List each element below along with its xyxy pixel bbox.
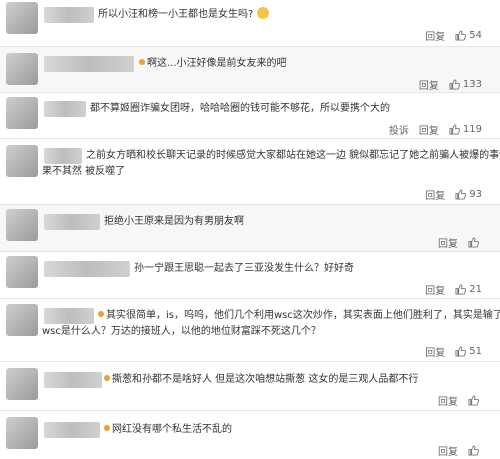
thumbs-up-icon (455, 346, 467, 357)
comment-actions: 回复 54 (425, 28, 482, 43)
like-button[interactable]: 51 (455, 346, 482, 357)
avatar[interactable] (6, 97, 38, 129)
avatar[interactable] (6, 145, 38, 177)
comment-actions: 投诉 回复 119 (389, 122, 482, 137)
avatar[interactable] (6, 304, 38, 336)
like-button[interactable]: 54 (455, 30, 482, 41)
avatar[interactable] (6, 2, 38, 34)
reply-button[interactable]: 回复 (425, 344, 445, 359)
comment-text-line: wsc是什么人？万达的接班人，以他的地位财富踩不死这几个？ (42, 326, 321, 337)
reply-button[interactable]: 回复 (438, 443, 458, 458)
comment-text: 所以小汪和榜一小王都也是女生吗? (98, 7, 269, 22)
like-count: 133 (462, 79, 482, 90)
like-button[interactable] (468, 237, 482, 248)
comment-item: 撕葱和孙都不是啥好人 但是这次咱想站撕葱 这女的是三观人品都不行 回复 (0, 362, 500, 410)
comment-text: 拒绝小王原来是因为有男朋友啊 (104, 216, 244, 227)
like-button[interactable] (468, 395, 482, 406)
comment-text: 网红没有哪个私生活不乱的 (104, 422, 232, 437)
like-button[interactable] (468, 445, 482, 456)
comment-item: 所以小汪和榜一小王都也是女生吗? 回复 54 (0, 0, 500, 46)
comment-text: 都不算姬圈诈骗女团呀，哈哈哈圈的钱可能不够花，所以要携个大的 (90, 103, 390, 114)
like-button[interactable]: 21 (455, 284, 482, 295)
comment-item: 之前女方晒和校长聊天记录的时候感觉大家都站在她这一边 貌似都忘记了她之前骗人被爆… (0, 139, 500, 204)
thumbs-up-icon (468, 445, 479, 456)
username[interactable] (44, 148, 82, 164)
username[interactable] (44, 56, 134, 72)
badge-icon (104, 425, 110, 431)
like-button[interactable]: 119 (449, 124, 482, 135)
comment-actions: 回复 (438, 393, 482, 408)
comment-actions: 回复 133 (419, 77, 482, 92)
like-count: 51 (469, 346, 482, 357)
comment-item: 拒绝小王原来是因为有男朋友啊 回复 (0, 205, 500, 251)
emoji-icon (256, 7, 269, 19)
reply-button[interactable]: 回复 (419, 77, 439, 92)
reply-button[interactable]: 回复 (419, 122, 439, 137)
reply-button[interactable]: 回复 (425, 282, 445, 297)
badge-icon (104, 375, 110, 381)
like-button[interactable]: 133 (449, 79, 482, 90)
username[interactable] (44, 422, 100, 438)
badge-icon (139, 59, 145, 65)
thumbs-up-icon (449, 79, 460, 90)
comment-actions: 回复 51 (425, 344, 482, 359)
comment-item: 其实很简单，is，呜呜，他们几个利用wsc这次炒作，其实表面上他们胜利了，其实是… (0, 299, 500, 361)
comment-text-line: 果不其然 被反噬了 (42, 166, 126, 177)
thumbs-up-icon (455, 284, 467, 295)
reply-button[interactable]: 回复 (438, 235, 458, 250)
username[interactable] (44, 372, 102, 388)
comment-item: 网红没有哪个私生活不乱的 回复 (0, 411, 500, 459)
comment-actions: 回复 (438, 235, 482, 250)
avatar[interactable] (6, 417, 38, 449)
comment-text: 撕葱和孙都不是啥好人 但是这次咱想站撕葱 这女的是三观人品都不行 (104, 372, 418, 387)
reply-button[interactable]: 回复 (425, 28, 445, 43)
avatar[interactable] (6, 256, 38, 288)
like-count: 119 (462, 124, 482, 135)
thumbs-up-icon (455, 189, 467, 200)
comment-actions: 回复 21 (425, 282, 482, 297)
comment-text-line: 之前女方晒和校长聊天记录的时候感觉大家都站在她这一边 貌似都忘记了她之前骗人被爆… (86, 150, 500, 161)
avatar[interactable] (6, 209, 38, 241)
comment-item: 啊这...小汪好像是前女友来的吧 回复 133 (0, 47, 500, 92)
thumbs-up-icon (468, 395, 479, 406)
username[interactable] (44, 261, 130, 277)
comment-text-line: 其实很简单，is，呜呜，他们几个利用wsc这次炒作，其实表面上他们胜利了，其实是… (98, 308, 500, 323)
reply-button[interactable]: 回复 (438, 393, 458, 408)
comment-text: 孙一宁跟王思聪一起去了三亚没发生什么？好好奇 (134, 263, 354, 274)
comment-actions: 回复 93 (425, 187, 482, 202)
thumbs-up-icon (468, 237, 479, 248)
comment-text: 啊这...小汪好像是前女友来的吧 (139, 56, 287, 71)
username[interactable] (44, 101, 86, 117)
comment-item: 孙一宁跟王思聪一起去了三亚没发生什么？好好奇 回复 21 (0, 252, 500, 298)
thumbs-up-icon (449, 124, 460, 135)
comment-actions: 回复 (438, 443, 482, 458)
badge-icon (98, 311, 104, 317)
reply-button[interactable]: 回复 (425, 187, 445, 202)
comment-item: 都不算姬圈诈骗女团呀，哈哈哈圈的钱可能不够花，所以要携个大的 投诉 回复 119 (0, 93, 500, 138)
like-count: 93 (469, 189, 482, 200)
avatar[interactable] (6, 368, 38, 400)
username[interactable] (44, 214, 100, 230)
avatar[interactable] (6, 53, 38, 85)
report-button[interactable]: 投诉 (389, 122, 409, 137)
like-count: 54 (469, 30, 482, 41)
username[interactable] (44, 308, 94, 324)
username[interactable] (44, 7, 94, 23)
thumbs-up-icon (455, 30, 467, 41)
like-button[interactable]: 93 (455, 189, 482, 200)
like-count: 21 (469, 284, 482, 295)
